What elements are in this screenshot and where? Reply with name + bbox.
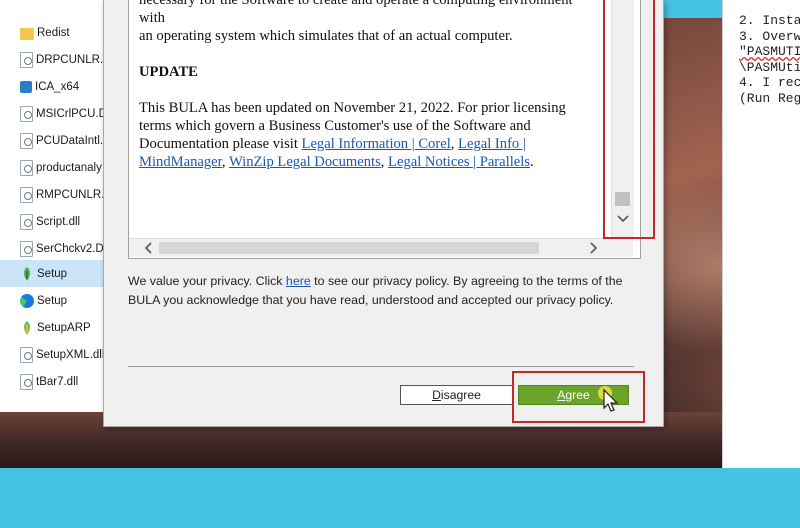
access-key: D: [432, 388, 441, 402]
section-heading: UPDATE: [139, 64, 198, 80]
link-winzip[interactable]: WinZip Legal Documents: [229, 154, 381, 170]
notepad-line-5: 4. I rec: [739, 75, 800, 90]
dll-icon: [20, 51, 33, 68]
button-label: isagree: [440, 388, 481, 402]
setup-icon: [20, 320, 34, 336]
file-name: productanaly: [36, 161, 102, 174]
list-item[interactable]: SetupXML.dll: [0, 341, 104, 368]
license-document[interactable]: necessary for the Software to create and…: [139, 0, 599, 238]
file-name: Setup: [37, 294, 68, 307]
list-item[interactable]: ICA_x64: [0, 73, 104, 100]
dll-icon: [20, 132, 33, 149]
notepad-window[interactable]: 2. Insta 3. Overw "PASMUTI \PASMUti 4. I…: [722, 0, 800, 468]
file-name: tBar7.dll: [36, 375, 79, 388]
disagree-button[interactable]: Disagree: [400, 385, 513, 405]
privacy-policy-link[interactable]: here: [286, 274, 311, 288]
file-name: PCUDataIntl.: [36, 134, 104, 147]
file-name: SetupARP: [37, 321, 91, 334]
separator: ,: [380, 154, 389, 170]
file-name: ICA_x64: [35, 80, 80, 93]
separator: ,: [450, 136, 459, 152]
file-name: SerChckv2.D: [36, 242, 104, 255]
separator: ,: [221, 154, 229, 170]
list-item-selected[interactable]: Setup: [0, 260, 104, 287]
notepad-line-3: "PASMUTI: [739, 44, 800, 59]
update-paragraph: This BULA has been updated on November 2…: [139, 99, 599, 171]
ica-icon: [20, 80, 32, 93]
list-item[interactable]: Setup: [0, 287, 104, 314]
list-item[interactable]: PCUDataIntl.: [0, 127, 104, 154]
scroll-thumb[interactable]: [159, 242, 539, 254]
file-name: DRPCUNLR.c: [36, 53, 104, 66]
notepad-line-6: (Run Reg: [739, 90, 800, 106]
list-item[interactable]: DRPCUNLR.c: [0, 46, 104, 73]
list-item[interactable]: SetupARP: [0, 314, 104, 341]
divider: [128, 366, 634, 367]
file-name: MSICrlPCU.D: [36, 107, 104, 120]
agree-highlight-box: [512, 371, 645, 423]
horizontal-scrollbar[interactable]: [129, 238, 633, 257]
link-corel[interactable]: Legal Information | Corel: [302, 136, 451, 152]
file-name: Redist: [37, 26, 70, 39]
list-item[interactable]: Redist: [0, 19, 104, 46]
file-name: Script.dll: [36, 215, 81, 228]
license-dialog: necessary for the Software to create and…: [103, 0, 664, 427]
list-item[interactable]: tBar7.dll: [0, 368, 104, 395]
link-parallels[interactable]: Legal Notices | Parallels: [388, 154, 530, 170]
list-item[interactable]: MSICrlPCU.D: [0, 100, 104, 127]
file-explorer-list: Redist DRPCUNLR.c ICA_x64 MSICrlPCU.D PC…: [0, 0, 105, 412]
dll-icon: [20, 213, 33, 230]
dll-icon: [20, 373, 33, 390]
dll-icon: [20, 105, 33, 122]
license-line: necessary for the Software to create and…: [139, 0, 573, 26]
scrollbar-highlight-box: [603, 0, 655, 239]
dll-icon: [20, 159, 33, 176]
mouse-cursor-icon: [598, 386, 619, 412]
edge-icon: [20, 293, 34, 308]
notepad-line-2: 3. Overw: [739, 28, 800, 44]
file-name: RMPCUNLR.: [36, 188, 104, 201]
dll-icon: [20, 186, 33, 203]
folder-icon: [20, 27, 34, 40]
license-text-frame: necessary for the Software to create and…: [128, 0, 641, 259]
list-item[interactable]: SerChckv2.D: [0, 235, 104, 262]
notepad-line-4: \PASMUti: [739, 59, 800, 75]
list-item[interactable]: RMPCUNLR.: [0, 181, 104, 208]
license-line: an operating system which simulates that…: [139, 28, 513, 44]
notepad-text[interactable]: 2. Insta 3. Overw "PASMUTI \PASMUti 4. I…: [723, 0, 800, 106]
setup-icon: [20, 266, 34, 282]
privacy-text: We value your privacy. Click: [128, 274, 286, 288]
dll-icon: [20, 346, 33, 363]
period: .: [529, 154, 534, 170]
chevron-right-icon[interactable]: [589, 242, 599, 254]
notepad-line-1: 2. Insta: [739, 13, 800, 28]
dll-icon: [20, 240, 33, 257]
file-name: Setup: [37, 267, 68, 280]
file-name: SetupXML.dll: [36, 348, 104, 361]
privacy-notice: We value your privacy. Click here to see…: [128, 272, 640, 310]
chevron-left-icon[interactable]: [143, 242, 153, 254]
list-item[interactable]: productanaly: [0, 154, 104, 181]
list-item[interactable]: Script.dll: [0, 208, 104, 235]
